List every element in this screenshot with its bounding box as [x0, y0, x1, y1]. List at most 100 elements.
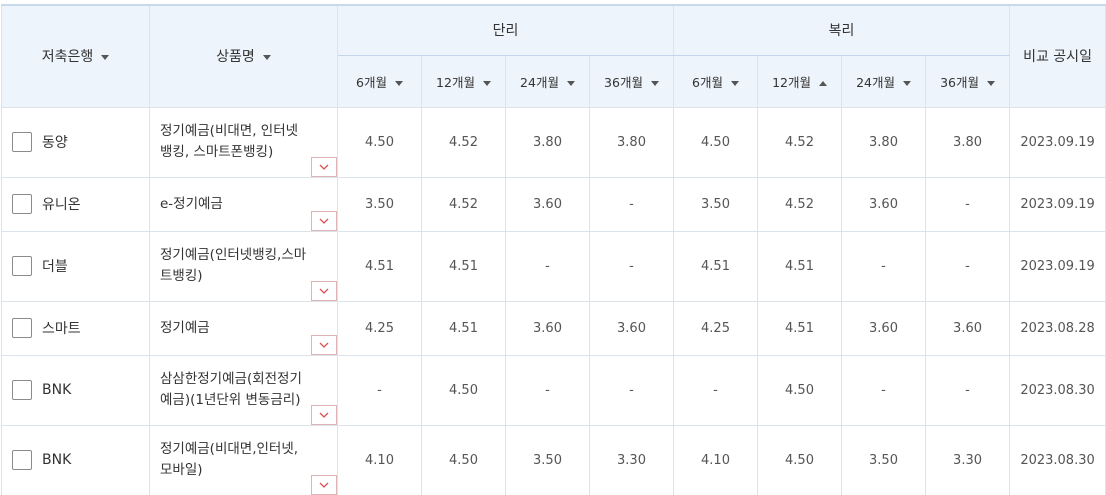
rate-cell: 4.25	[337, 300, 422, 356]
rate-cell: 4.51	[673, 230, 759, 302]
rate-cell: 4.52	[421, 176, 506, 232]
header-simple-6m[interactable]: 6개월	[337, 54, 422, 108]
date-cell: 2023.09.19	[1009, 106, 1106, 178]
rate-cell: 4.10	[673, 424, 759, 495]
row-checkbox[interactable]	[12, 256, 32, 276]
header-simple-36m[interactable]: 36개월	[588, 54, 675, 108]
chevron-down-icon	[319, 342, 329, 348]
rate-cell: 3.60	[505, 176, 590, 232]
caret-up-icon[interactable]	[818, 80, 827, 86]
rate-cell: -	[588, 230, 675, 302]
bank-name: 동양	[42, 135, 68, 151]
product-cell: 정기예금(비대면, 인터넷뱅킹, 스마트폰뱅킹)	[149, 106, 338, 178]
rate-cell: -	[925, 230, 1011, 302]
rate-cell: -	[925, 176, 1011, 232]
expand-button[interactable]	[311, 404, 337, 425]
header-date: 비교 공시일	[1009, 4, 1106, 108]
rate-cell: 4.52	[757, 176, 843, 232]
row-checkbox[interactable]	[12, 318, 32, 338]
bank-name: 스마트	[42, 321, 81, 337]
product-cell: 정기예금	[149, 300, 338, 356]
rate-cell: 3.30	[925, 424, 1011, 495]
bank-name: 더블	[42, 259, 68, 275]
rate-cell: 3.80	[841, 106, 927, 178]
rate-cell: 4.25	[673, 300, 759, 356]
product-name: 정기예금(인터넷뱅킹,스마트뱅킹)	[160, 247, 307, 284]
rate-cell: -	[505, 230, 590, 302]
rate-cell: 3.60	[841, 176, 927, 232]
date-cell: 2023.08.28	[1009, 300, 1106, 356]
rate-cell: 4.51	[757, 300, 843, 356]
header-simple-24m[interactable]: 24개월	[505, 54, 590, 108]
product-name: 정기예금(비대면, 인터넷뱅킹, 스마트폰뱅킹)	[160, 123, 299, 160]
rate-cell: -	[505, 354, 590, 426]
rate-cell: 3.80	[588, 106, 675, 178]
caret-down-icon[interactable]	[730, 80, 739, 86]
product-name: e-정기예금	[160, 195, 223, 212]
product-name: 정기예금(비대면,인터넷,모바일)	[160, 441, 299, 478]
header-product[interactable]: 상품명	[149, 4, 338, 108]
rate-cell: 4.10	[337, 424, 422, 495]
row-checkbox[interactable]	[12, 194, 32, 214]
rate-cell: 4.50	[421, 354, 506, 426]
table-row: 더블 정기예금(인터넷뱅킹,스마트뱅킹) 4.51 4.51 - - 4.51 …	[1, 230, 1106, 302]
rate-cell: 3.60	[505, 300, 590, 356]
header-compound-24m[interactable]: 24개월	[841, 54, 927, 108]
expand-button[interactable]	[311, 156, 337, 177]
header-compound-6m[interactable]: 6개월	[673, 54, 759, 108]
header-simple-12m[interactable]: 12개월	[421, 54, 506, 108]
date-cell: 2023.09.19	[1009, 176, 1106, 232]
caret-down-icon[interactable]	[986, 80, 995, 86]
rate-cell: 4.50	[421, 424, 506, 495]
caret-down-icon[interactable]	[101, 54, 110, 60]
header-bank[interactable]: 저축은행	[1, 4, 150, 108]
expand-button[interactable]	[311, 334, 337, 355]
bank-name: 유니온	[42, 197, 81, 213]
chevron-down-icon	[319, 412, 329, 418]
header-compound-36m[interactable]: 36개월	[925, 54, 1011, 108]
rate-cell: -	[588, 354, 675, 426]
rate-cell: 4.52	[421, 106, 506, 178]
row-checkbox[interactable]	[12, 450, 32, 470]
table-header: 저축은행 상품명 단리 복리 비교 공시일 6개월 12개월 24개월 36개월…	[1, 4, 1106, 108]
chevron-down-icon	[319, 482, 329, 488]
rate-cell: 4.50	[757, 424, 843, 495]
date-cell: 2023.08.30	[1009, 424, 1106, 495]
rate-cell: 4.50	[673, 106, 759, 178]
caret-down-icon[interactable]	[262, 54, 271, 60]
bank-cell: BNK	[1, 424, 150, 495]
rate-cell: 4.50	[337, 106, 422, 178]
chevron-down-icon	[319, 288, 329, 294]
expand-button[interactable]	[311, 474, 337, 495]
product-name: 정기예금	[160, 319, 210, 336]
row-checkbox[interactable]	[12, 380, 32, 400]
row-checkbox[interactable]	[12, 132, 32, 152]
expand-button[interactable]	[311, 210, 337, 231]
caret-down-icon[interactable]	[650, 80, 659, 86]
header-compound-interest: 복리	[673, 4, 1011, 56]
rate-cell: 4.51	[421, 230, 506, 302]
rate-cell: 4.51	[757, 230, 843, 302]
table-row: 스마트 정기예금 4.25 4.51 3.60 3.60 4.25 4.51 3…	[1, 300, 1106, 356]
bank-name: BNK	[42, 382, 72, 398]
rate-cell: 3.50	[337, 176, 422, 232]
caret-down-icon[interactable]	[394, 80, 403, 86]
product-cell: 정기예금(비대면,인터넷,모바일)	[149, 424, 338, 495]
caret-down-icon[interactable]	[902, 80, 911, 86]
caret-down-icon[interactable]	[482, 80, 491, 86]
caret-down-icon[interactable]	[566, 80, 575, 86]
bank-cell: 동양	[1, 106, 150, 178]
bank-cell: BNK	[1, 354, 150, 426]
rate-cell: -	[588, 176, 675, 232]
bank-name: BNK	[42, 452, 72, 468]
rate-cell: 4.51	[337, 230, 422, 302]
header-compound-12m[interactable]: 12개월	[757, 54, 843, 108]
product-cell: e-정기예금	[149, 176, 338, 232]
rate-cell: -	[925, 354, 1011, 426]
rate-cell: 3.50	[673, 176, 759, 232]
bank-cell: 스마트	[1, 300, 150, 356]
rate-cell: -	[841, 354, 927, 426]
header-simple-interest: 단리	[336, 4, 675, 56]
expand-button[interactable]	[311, 280, 337, 301]
table-body: 동양 정기예금(비대면, 인터넷뱅킹, 스마트폰뱅킹) 4.50 4.52 3.…	[1, 106, 1106, 495]
